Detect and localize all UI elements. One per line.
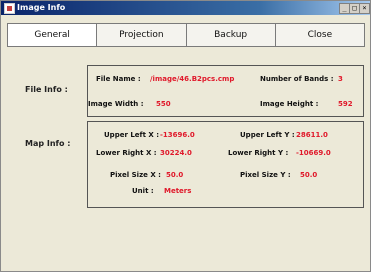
unit-value: Meters [164,187,192,195]
map-info-panel: Upper Left X : -13696.0 Upper Left Y : 2… [87,121,364,208]
tab-general[interactable]: General [8,24,98,46]
upper-left-y-value: 28611.0 [296,131,328,139]
bands-label: Number of Bands : [260,75,334,83]
tab-projection[interactable]: Projection [97,24,187,46]
app-icon [4,3,15,14]
image-height-label: Image Height : [260,100,319,108]
window-title: Image Info [17,3,66,12]
upper-left-x-label: Upper Left X : [104,131,160,139]
pixel-size-x-label: Pixel Size X : [110,171,161,179]
file-name-value: /image/46.B2pcs.cmp [150,75,235,83]
file-name-label: File Name : [96,75,141,83]
pixel-size-x-value: 50.0 [166,171,184,179]
file-info-heading: File Info : [25,85,68,94]
tab-bar: General Projection Backup Close [7,23,365,47]
upper-left-y-label: Upper Left Y : [240,131,295,139]
pixel-size-y-label: Pixel Size Y : [240,171,291,179]
tab-close[interactable]: Close [275,24,364,46]
upper-left-x-value: -13696.0 [160,131,195,139]
image-height-value: 592 [338,100,353,108]
lower-right-y-label: Lower Right Y : [228,149,289,157]
image-info-window: Image Info _ □ × General Projection Back… [0,0,371,272]
tab-backup[interactable]: Backup [186,24,276,46]
unit-label: Unit : [132,187,154,195]
file-info-panel: File Name : /image/46.B2pcs.cmp Number o… [87,65,364,117]
lower-right-x-label: Lower Right X : [96,149,157,157]
title-bar[interactable]: Image Info _ □ × [1,1,370,15]
lower-right-y-value: -10669.0 [296,149,331,157]
image-width-value: 550 [156,100,171,108]
lower-right-x-value: 30224.0 [160,149,192,157]
pixel-size-y-value: 50.0 [300,171,318,179]
close-window-icon[interactable]: × [359,3,370,14]
image-width-label: Image Width : [88,100,144,108]
map-info-heading: Map Info : [25,139,71,148]
bands-value: 3 [338,75,343,83]
